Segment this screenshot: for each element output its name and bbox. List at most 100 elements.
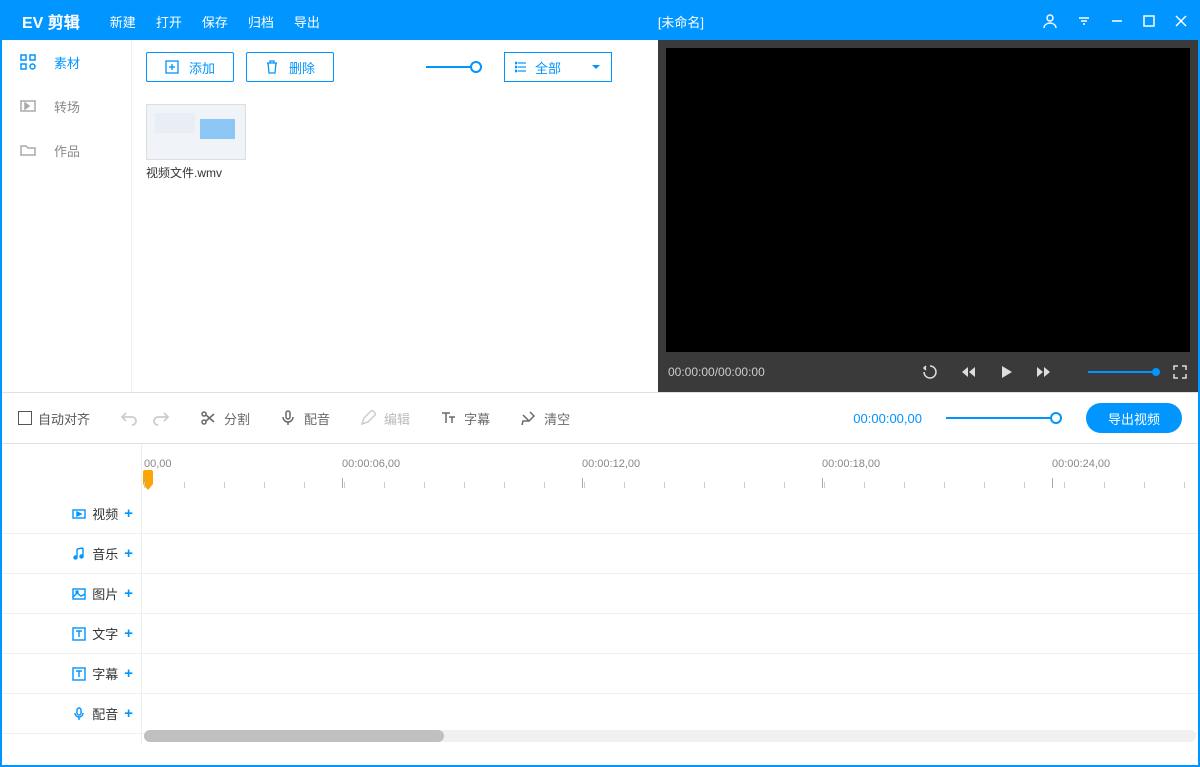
image-icon (72, 587, 86, 601)
rewind-icon[interactable] (960, 364, 976, 380)
sidebar-item-transition[interactable]: 转场 (2, 84, 131, 128)
timeline: 视频 + 音乐 + 图片 + 文字 + 字幕 + 配音 + (2, 444, 1198, 744)
main-menu: 新建 打开 保存 归档 导出 (110, 12, 320, 31)
add-track-button[interactable]: + (124, 705, 133, 722)
add-track-button[interactable]: + (124, 665, 133, 682)
preview-progress[interactable] (1088, 371, 1156, 373)
track-row[interactable] (142, 694, 1198, 734)
track-labels: 视频 + 音乐 + 图片 + 文字 + 字幕 + 配音 + (2, 444, 142, 744)
track-row[interactable] (142, 494, 1198, 534)
forward-icon[interactable] (1036, 364, 1052, 380)
track-area[interactable]: 00,00 00:00:06,00 00:00:12,00 00:00:18,0… (142, 444, 1198, 744)
add-track-button[interactable]: + (124, 505, 133, 522)
preview-viewport[interactable] (666, 48, 1190, 352)
track-image: 图片 + (2, 574, 141, 614)
media-filename: 视频文件.wmv (146, 164, 246, 181)
split-button[interactable]: 分割 (190, 409, 260, 428)
redo-icon[interactable] (152, 409, 170, 427)
document-title: [未命名] (320, 12, 1042, 31)
track-row[interactable] (142, 614, 1198, 654)
menu-archive[interactable]: 归档 (248, 12, 274, 31)
ruler-tick: 00:00:12,00 (582, 458, 640, 470)
add-track-button[interactable]: + (124, 625, 133, 642)
music-icon (72, 547, 86, 561)
app-title: EV 剪辑 (22, 9, 80, 33)
track-text: 文字 + (2, 614, 141, 654)
window-controls (1042, 13, 1188, 29)
fullscreen-icon[interactable] (1172, 364, 1188, 380)
user-icon[interactable] (1042, 13, 1058, 29)
track-video: 视频 + (2, 494, 141, 534)
time-ruler[interactable]: 00,00 00:00:06,00 00:00:12,00 00:00:18,0… (142, 444, 1198, 494)
menu-icon[interactable] (1076, 13, 1092, 29)
edit-button[interactable]: 编辑 (350, 409, 420, 428)
video-icon (72, 507, 86, 521)
track-row[interactable] (142, 534, 1198, 574)
title-bar: EV 剪辑 新建 打开 保存 归档 导出 [未命名] (2, 2, 1198, 40)
text-box-icon (72, 627, 86, 641)
maximize-icon[interactable] (1142, 14, 1156, 28)
preview-controls: 00:00:00/00:00:00 (658, 352, 1198, 392)
preview-timecode: 00:00:00/00:00:00 (668, 365, 765, 379)
scissors-icon (200, 410, 216, 426)
ruler-tick: 00:00:06,00 (342, 458, 400, 470)
menu-export[interactable]: 导出 (294, 12, 320, 31)
menu-new[interactable]: 新建 (110, 12, 136, 31)
sidebar-item-label: 作品 (54, 141, 80, 160)
menu-save[interactable]: 保存 (202, 12, 228, 31)
track-music: 音乐 + (2, 534, 141, 574)
grid-icon (20, 54, 36, 70)
mic-icon (280, 410, 296, 426)
media-thumbnail (146, 104, 246, 160)
track-subtitle: 字幕 + (2, 654, 141, 694)
menu-open[interactable]: 打开 (156, 12, 182, 31)
text-box-icon (72, 667, 86, 681)
sidebar-item-media[interactable]: 素材 (2, 40, 131, 84)
size-slider[interactable] (426, 66, 476, 68)
content-area: 添加 删除 全部 视频文件.wmv (132, 40, 658, 392)
sidebar-item-label: 素材 (54, 53, 80, 72)
close-icon[interactable] (1174, 14, 1188, 28)
export-video-button[interactable]: 导出视频 (1086, 403, 1182, 433)
track-row[interactable] (142, 574, 1198, 614)
media-item[interactable]: 视频文件.wmv (146, 104, 246, 181)
add-button[interactable]: 添加 (146, 52, 234, 82)
content-toolbar: 添加 删除 全部 (146, 52, 644, 82)
track-row[interactable] (142, 654, 1198, 694)
list-icon (515, 61, 527, 73)
minimize-icon[interactable] (1110, 14, 1124, 28)
replay-icon[interactable] (922, 364, 938, 380)
add-track-button[interactable]: + (124, 545, 133, 562)
auto-align-checkbox[interactable]: 自动对齐 (18, 409, 90, 428)
horizontal-scrollbar[interactable] (144, 730, 1196, 742)
undo-icon[interactable] (120, 409, 138, 427)
sidebar-item-label: 转场 (54, 97, 80, 116)
clear-button[interactable]: 清空 (510, 409, 580, 428)
preview-panel: 00:00:00/00:00:00 (658, 40, 1198, 392)
ruler-tick: 00:00:24,00 (1052, 458, 1110, 470)
add-track-button[interactable]: + (124, 585, 133, 602)
folder-icon (20, 142, 36, 158)
broom-icon (520, 410, 536, 426)
timeline-toolbar: 自动对齐 分割 配音 编辑 字幕 清空 00:00:00,00 导出视频 (2, 392, 1198, 444)
chevron-down-icon (591, 62, 601, 72)
main-area: 素材 转场 作品 添加 删除 全部 (2, 40, 1198, 392)
mic-icon (72, 707, 86, 721)
add-file-icon (165, 60, 179, 74)
dub-button[interactable]: 配音 (270, 409, 340, 428)
timeline-position: 00:00:00,00 (853, 411, 922, 426)
ruler-tick: 00,00 (144, 458, 172, 470)
delete-button[interactable]: 删除 (246, 52, 334, 82)
sidebar: 素材 转场 作品 (2, 40, 132, 392)
filter-select[interactable]: 全部 (504, 52, 612, 82)
trash-icon (265, 60, 279, 74)
sidebar-item-works[interactable]: 作品 (2, 128, 131, 172)
edit-icon (360, 410, 376, 426)
subtitle-button[interactable]: 字幕 (430, 409, 500, 428)
ruler-tick: 00:00:18,00 (822, 458, 880, 470)
track-dub: 配音 + (2, 694, 141, 734)
text-icon (440, 410, 456, 426)
transition-icon (20, 98, 36, 114)
play-icon[interactable] (998, 364, 1014, 380)
zoom-slider[interactable] (946, 417, 1056, 419)
